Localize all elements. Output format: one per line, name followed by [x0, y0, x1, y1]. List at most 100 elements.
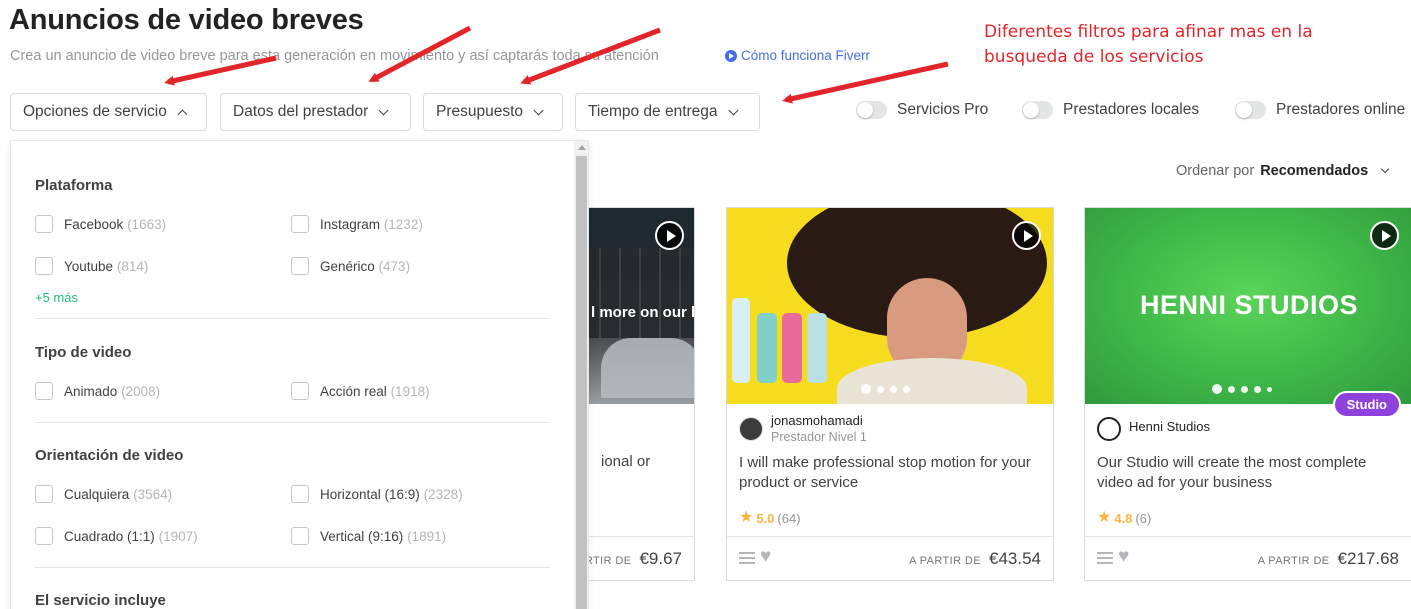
rating-count: (64) — [777, 510, 801, 526]
price-amount: €217.68 — [1337, 549, 1399, 568]
checkbox-option-horizontal[interactable]: Horizontal (16:9) (2328) — [291, 485, 463, 503]
card-footer: ♥ A PARTIR DE €43.54 — [727, 536, 1053, 580]
show-more-link[interactable]: +5 más — [35, 290, 78, 305]
list-menu-icon[interactable] — [739, 552, 755, 565]
product-bottle — [807, 313, 827, 383]
option-count: (473) — [378, 258, 411, 274]
option-label: Vertical (9:16) — [320, 528, 404, 544]
toggle-switch[interactable] — [1022, 101, 1053, 119]
filter-budget[interactable]: Presupuesto — [423, 93, 563, 131]
carousel-dot[interactable] — [861, 384, 871, 394]
play-icon[interactable] — [1012, 221, 1041, 250]
option-label: Cuadrado (1:1) — [64, 528, 155, 544]
filter-label: Datos del prestador — [233, 103, 369, 120]
checkbox-option-youtube[interactable]: Youtube (814) — [35, 257, 148, 275]
rating-value: 5.0 — [756, 510, 775, 526]
checkbox-option-cualquiera[interactable]: Cualquiera (3564) — [35, 485, 172, 503]
toggle-switch[interactable] — [856, 101, 887, 119]
checkbox[interactable] — [35, 485, 53, 503]
gig-price: A PARTIR DE €217.68 — [1258, 549, 1399, 569]
option-label: Genérico — [320, 258, 375, 274]
carousel-dot[interactable] — [903, 385, 910, 393]
checkbox[interactable] — [291, 257, 309, 275]
gig-rating: ★ 4.8 (6) — [1097, 510, 1151, 526]
gig-card[interactable]: jonasmohamadi Prestador Nivel 1 I will m… — [726, 207, 1054, 581]
filter-seller-details[interactable]: Datos del prestador — [220, 93, 411, 131]
list-menu-icon[interactable] — [1097, 552, 1113, 565]
option-label: Acción real — [320, 383, 387, 399]
gig-card[interactable]: HENNI STUDIOS Studio Henni Studios Our S… — [1084, 207, 1411, 581]
scroll-thumb[interactable] — [576, 156, 587, 609]
option-count: (3564) — [133, 486, 173, 502]
chevron-down-icon — [728, 105, 738, 115]
filter-group-title: Orientación de video — [35, 447, 184, 464]
heart-icon[interactable]: ♥ — [1118, 547, 1129, 567]
filter-delivery-time[interactable]: Tiempo de entrega — [575, 93, 760, 131]
chevron-down-icon — [378, 105, 389, 115]
carousel-dots[interactable] — [861, 384, 910, 394]
option-count: (1232) — [383, 216, 423, 232]
checkbox[interactable] — [291, 527, 309, 545]
carousel-dots[interactable] — [1212, 384, 1272, 394]
checkbox-option-generico[interactable]: Genérico (473) — [291, 257, 410, 275]
scroll-up-arrow-icon[interactable] — [578, 145, 586, 150]
seller-name[interactable]: jonasmohamadi — [771, 413, 867, 429]
sort-by[interactable]: Ordenar por Recomendados — [1176, 163, 1390, 179]
gig-thumbnail[interactable] — [727, 208, 1053, 404]
checkbox-option-animado[interactable]: Animado (2008) — [35, 382, 160, 400]
checkbox[interactable] — [291, 382, 309, 400]
toggle-switch[interactable] — [1235, 101, 1266, 119]
gig-thumbnail[interactable]: HENNI STUDIOS — [1085, 208, 1411, 404]
checkbox[interactable] — [35, 527, 53, 545]
option-label: Youtube — [64, 258, 114, 274]
checkbox[interactable] — [35, 257, 53, 275]
toggle-local-sellers[interactable]: Prestadores locales — [1022, 101, 1199, 119]
carousel-dot[interactable] — [1228, 385, 1235, 393]
carousel-dot[interactable] — [1267, 386, 1272, 392]
option-label: Horizontal (16:9) — [320, 486, 420, 502]
how-it-works-link[interactable]: Cómo funciona Fiverr — [725, 48, 870, 63]
play-icon[interactable] — [655, 221, 684, 250]
carousel-dot[interactable] — [877, 385, 884, 393]
avatar[interactable] — [739, 417, 763, 441]
filter-group-title: Tipo de video — [35, 344, 132, 361]
gig-title[interactable]: Our Studio will create the most complete… — [1097, 453, 1397, 493]
option-count: (1918) — [390, 383, 430, 399]
carousel-dot[interactable] — [1241, 385, 1248, 393]
dropdown-scrollbar[interactable] — [574, 141, 588, 609]
service-options-dropdown[interactable]: Plataforma Facebook (1663) Instagram (12… — [10, 140, 589, 609]
seller-name[interactable]: Henni Studios — [1129, 419, 1210, 435]
checkbox[interactable] — [35, 382, 53, 400]
hands-visual — [601, 338, 694, 398]
gig-rating: ★ 5.0 (64) — [739, 510, 801, 526]
checkbox[interactable] — [35, 215, 53, 233]
carousel-dot[interactable] — [1254, 385, 1261, 393]
checkbox-option-facebook[interactable]: Facebook (1663) — [35, 215, 166, 233]
seller-info[interactable]: jonasmohamadi Prestador Nivel 1 — [739, 413, 867, 446]
chevron-down-icon — [533, 105, 544, 115]
checkbox-option-accion-real[interactable]: Acción real (1918) — [291, 382, 430, 400]
option-label: Instagram — [320, 216, 381, 232]
gig-title[interactable]: I will make professional stop motion for… — [739, 453, 1039, 493]
avatar[interactable] — [1097, 417, 1121, 441]
checkbox[interactable] — [291, 215, 309, 233]
toggle-online-sellers[interactable]: Prestadores online — [1235, 101, 1405, 119]
checkbox-option-cuadrado[interactable]: Cuadrado (1:1) (1907) — [35, 527, 198, 545]
checkbox-option-vertical[interactable]: Vertical (9:16) (1891) — [291, 527, 446, 545]
filter-service-options[interactable]: Opciones de servicio — [10, 93, 207, 131]
gig-price: RTIR DE €9.67 — [585, 549, 682, 569]
sort-value: Recomendados — [1260, 163, 1369, 179]
play-icon[interactable] — [1370, 221, 1399, 250]
seller-info[interactable]: Henni Studios — [1097, 413, 1210, 441]
carousel-dot[interactable] — [1212, 384, 1222, 394]
checkbox-option-instagram[interactable]: Instagram (1232) — [291, 215, 423, 233]
chevron-down-icon — [1380, 164, 1390, 174]
gig-title[interactable]: ional or — [601, 453, 650, 470]
price-amount: €43.54 — [989, 549, 1041, 568]
how-it-works-label: Cómo funciona Fiverr — [741, 48, 871, 63]
checkbox[interactable] — [291, 485, 309, 503]
heart-icon[interactable]: ♥ — [760, 547, 771, 567]
carousel-dot[interactable] — [890, 385, 897, 393]
option-label: Facebook — [64, 216, 124, 232]
toggle-pro-services[interactable]: Servicios Pro — [856, 101, 988, 119]
